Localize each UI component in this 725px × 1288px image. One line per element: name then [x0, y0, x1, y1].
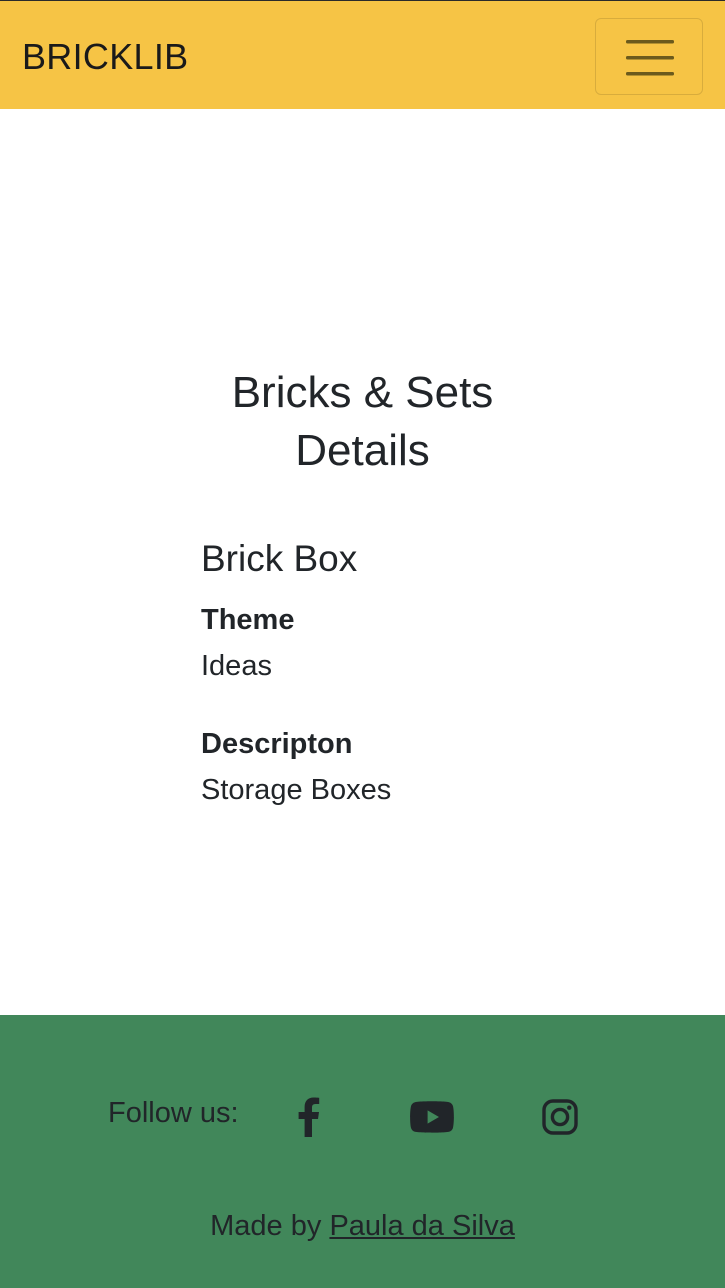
theme-value: Ideas — [201, 650, 272, 682]
youtube-icon — [410, 1101, 454, 1133]
page-title: Bricks & Sets Details — [0, 364, 725, 480]
item-name: Brick Box — [201, 538, 358, 579]
navbar: BRICKLIB — [0, 0, 725, 109]
hamburger-menu-icon — [626, 40, 674, 76]
description-value: Storage Boxes — [201, 774, 392, 806]
youtube-link[interactable] — [410, 1101, 454, 1138]
description-label: Descripton — [201, 728, 353, 760]
page-title-line-1: Bricks & Sets — [231, 368, 494, 417]
made-by-prefix: Made by — [210, 1210, 330, 1242]
follow-us-label: Follow us: — [108, 1097, 239, 1129]
facebook-link[interactable] — [294, 1097, 322, 1142]
facebook-icon — [298, 1097, 320, 1137]
instagram-icon — [542, 1099, 578, 1135]
author-link[interactable]: Paula da Silva — [329, 1210, 514, 1242]
navbar-toggler-button[interactable] — [595, 18, 703, 95]
brand-link[interactable]: BRICKLIB — [22, 37, 188, 77]
footer: Follow us: Made by Paula da Silva — [0, 1015, 725, 1288]
instagram-link[interactable] — [542, 1099, 578, 1140]
page-title-line-2: Details — [295, 426, 430, 475]
theme-label: Theme — [201, 604, 295, 636]
made-by-text: Made by Paula da Silva — [0, 1208, 725, 1244]
main-content: Bricks & Sets Details Brick Box Theme Id… — [0, 109, 725, 1015]
